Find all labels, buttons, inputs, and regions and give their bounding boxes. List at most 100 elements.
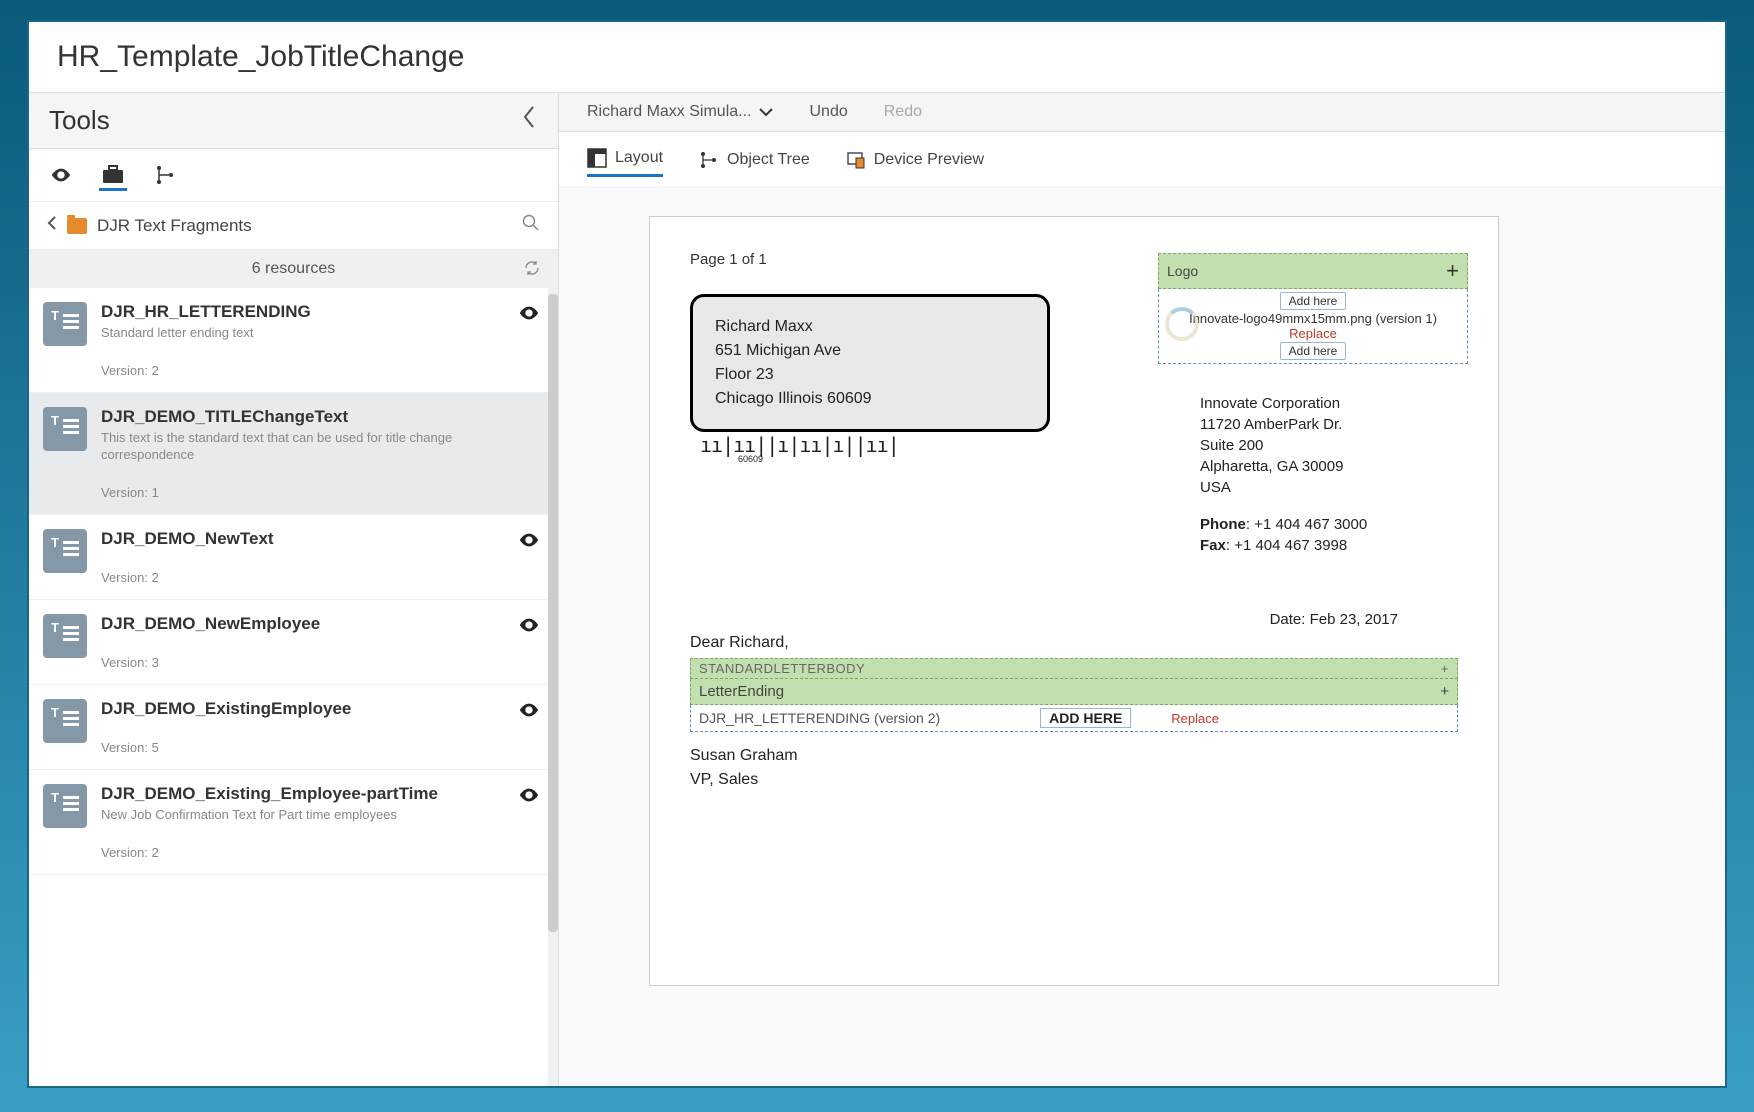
tab-briefcase[interactable]	[99, 159, 127, 191]
plus-icon[interactable]: +	[1446, 258, 1459, 284]
undo-button[interactable]: Undo	[810, 103, 848, 121]
resource-title: DJR_DEMO_NewEmployee	[101, 614, 504, 634]
signer-title: VP, Sales	[690, 768, 1458, 792]
fax-label: Fax	[1200, 537, 1226, 554]
resource-version: Version: 3	[101, 655, 504, 670]
content-toolbar: Richard Maxx Simula... Undo Redo	[559, 93, 1725, 132]
tools-sidebar: Tools	[29, 93, 559, 1086]
recipient-name: Richard Maxx	[715, 315, 1025, 339]
signer-block: Susan Graham VP, Sales	[690, 744, 1458, 792]
recipient-address-block[interactable]: Richard Maxx 651 Michigan Ave Floor 23 C…	[690, 294, 1050, 432]
plus-icon[interactable]: +	[1440, 683, 1449, 700]
replace-link[interactable]: Replace	[1171, 711, 1219, 726]
logo-zone-body[interactable]: Add here Innovate-logo49mmx15mm.png (ver…	[1158, 289, 1468, 364]
logo-drop-zone[interactable]: Logo + Add here Innovate-logo49mmx15mm.p…	[1158, 253, 1468, 364]
resource-item[interactable]: DJR_DEMO_NewText Version: 2	[29, 515, 558, 600]
text-fragment-icon	[43, 302, 87, 346]
company-line4: USA	[1200, 477, 1450, 498]
company-line2: Suite 200	[1200, 435, 1450, 456]
eye-icon[interactable]	[518, 529, 540, 551]
tree-icon	[699, 150, 719, 170]
tab-tree[interactable]	[151, 159, 179, 191]
recipient-line2: Floor 23	[715, 363, 1025, 387]
refresh-icon[interactable]	[524, 260, 540, 281]
tab-device-preview-label: Device Preview	[874, 151, 984, 169]
eye-icon[interactable]	[518, 784, 540, 806]
scrollbar-track[interactable]	[548, 288, 558, 1086]
resource-desc: Standard letter ending text	[101, 325, 504, 342]
view-tabs: Layout Object Tree Device Preview	[559, 132, 1725, 188]
resource-title: DJR_DEMO_ExistingEmployee	[101, 699, 504, 719]
signer-name: Susan Graham	[690, 744, 1458, 768]
resource-desc: This text is the standard text that can …	[101, 430, 540, 464]
canvas[interactable]: Page 1 of 1 Richard Maxx 651 Michigan Av…	[559, 188, 1725, 1086]
tab-device-preview[interactable]: Device Preview	[846, 144, 984, 176]
resource-title: DJR_DEMO_NewText	[101, 529, 504, 549]
resource-list: DJR_HR_LETTERENDING Standard letter endi…	[29, 288, 558, 1086]
resource-version: Version: 1	[101, 485, 540, 500]
ending-filename: DJR_HR_LETTERENDING (version 2)	[699, 710, 940, 726]
folder-icon	[67, 218, 87, 234]
add-here-button[interactable]: ADD HERE	[1040, 708, 1131, 728]
replace-link[interactable]: Replace	[1165, 326, 1461, 341]
text-fragment-icon	[43, 529, 87, 573]
breadcrumb-row: DJR Text Fragments	[29, 202, 558, 250]
tool-tabs	[29, 149, 558, 202]
add-here-top[interactable]: Add here	[1280, 292, 1347, 310]
resource-body: DJR_DEMO_TITLEChangeText This text is th…	[101, 407, 540, 500]
phone-value: : +1 404 467 3000	[1246, 516, 1367, 533]
recipient-line1: 651 Michigan Ave	[715, 339, 1025, 363]
letter-ending-zone-body[interactable]: DJR_HR_LETTERENDING (version 2) ADD HERE…	[690, 705, 1458, 732]
simulator-dropdown[interactable]: Richard Maxx Simula...	[587, 103, 774, 121]
date-line: Date: Feb 23, 2017	[1270, 611, 1398, 628]
resource-version: Version: 5	[101, 740, 504, 755]
text-fragment-icon	[43, 407, 87, 451]
recipient-line3: Chicago Illinois 60609	[715, 387, 1025, 411]
letter-ending-label: LetterEnding	[699, 683, 784, 700]
resource-body: DJR_DEMO_NewText Version: 2	[101, 529, 504, 585]
search-icon[interactable]	[522, 214, 540, 237]
letter-body: Dear Richard, STANDARDLETTERBODY + Lette…	[690, 634, 1458, 792]
app-window: HR_Template_JobTitleChange Tools	[29, 22, 1725, 1086]
resource-count: 6 resources	[29, 250, 558, 288]
eye-icon[interactable]	[518, 614, 540, 636]
tab-layout[interactable]: Layout	[587, 142, 663, 177]
tab-layout-label: Layout	[615, 149, 663, 167]
phone-label: Phone	[1200, 516, 1246, 533]
company-phone-row: Phone: +1 404 467 3000	[1200, 514, 1450, 535]
company-name: Innovate Corporation	[1200, 393, 1450, 414]
scrollbar-thumb[interactable]	[548, 294, 558, 932]
breadcrumb-back-icon[interactable]	[47, 215, 57, 236]
tab-object-tree-label: Object Tree	[727, 151, 810, 169]
tab-visibility[interactable]	[47, 159, 75, 191]
resource-item[interactable]: DJR_DEMO_TITLEChangeText This text is th…	[29, 393, 558, 515]
app-frame: HR_Template_JobTitleChange Tools	[27, 20, 1727, 1088]
tools-title: Tools	[49, 105, 110, 136]
resource-desc: New Job Confirmation Text for Part time …	[101, 807, 504, 824]
resource-item[interactable]: DJR_DEMO_NewEmployee Version: 3	[29, 600, 558, 685]
chevron-down-icon	[758, 106, 774, 118]
resource-count-label: 6 resources	[252, 260, 336, 277]
resource-item[interactable]: DJR_DEMO_ExistingEmployee Version: 5	[29, 685, 558, 770]
letter-ending-zone-header: LetterEnding +	[690, 679, 1458, 705]
logo-zone-label: Logo	[1167, 263, 1198, 279]
plus-icon[interactable]: +	[1441, 661, 1449, 676]
tab-object-tree[interactable]: Object Tree	[699, 144, 810, 176]
device-preview-icon	[846, 150, 866, 170]
document-page[interactable]: Page 1 of 1 Richard Maxx 651 Michigan Av…	[649, 216, 1499, 986]
resource-version: Version: 2	[101, 845, 504, 860]
company-line3: Alpharetta, GA 30009	[1200, 456, 1450, 477]
collapse-sidebar-icon[interactable]	[520, 103, 538, 138]
breadcrumb-text: DJR Text Fragments	[97, 216, 252, 236]
resource-item[interactable]: DJR_HR_LETTERENDING Standard letter endi…	[29, 288, 558, 393]
resource-body: DJR_DEMO_Existing_Employee-partTime New …	[101, 784, 504, 860]
letter-drop-zone[interactable]: STANDARDLETTERBODY + LetterEnding + DJR_…	[690, 658, 1458, 732]
resource-item[interactable]: DJR_DEMO_Existing_Employee-partTime New …	[29, 770, 558, 875]
simulator-label: Richard Maxx Simula...	[587, 103, 752, 121]
redo-button[interactable]: Redo	[884, 103, 922, 121]
layout-icon	[587, 148, 607, 168]
add-here-bottom[interactable]: Add here	[1280, 342, 1347, 360]
eye-icon[interactable]	[518, 302, 540, 324]
resource-title: DJR_DEMO_Existing_Employee-partTime	[101, 784, 504, 804]
eye-icon[interactable]	[518, 699, 540, 721]
